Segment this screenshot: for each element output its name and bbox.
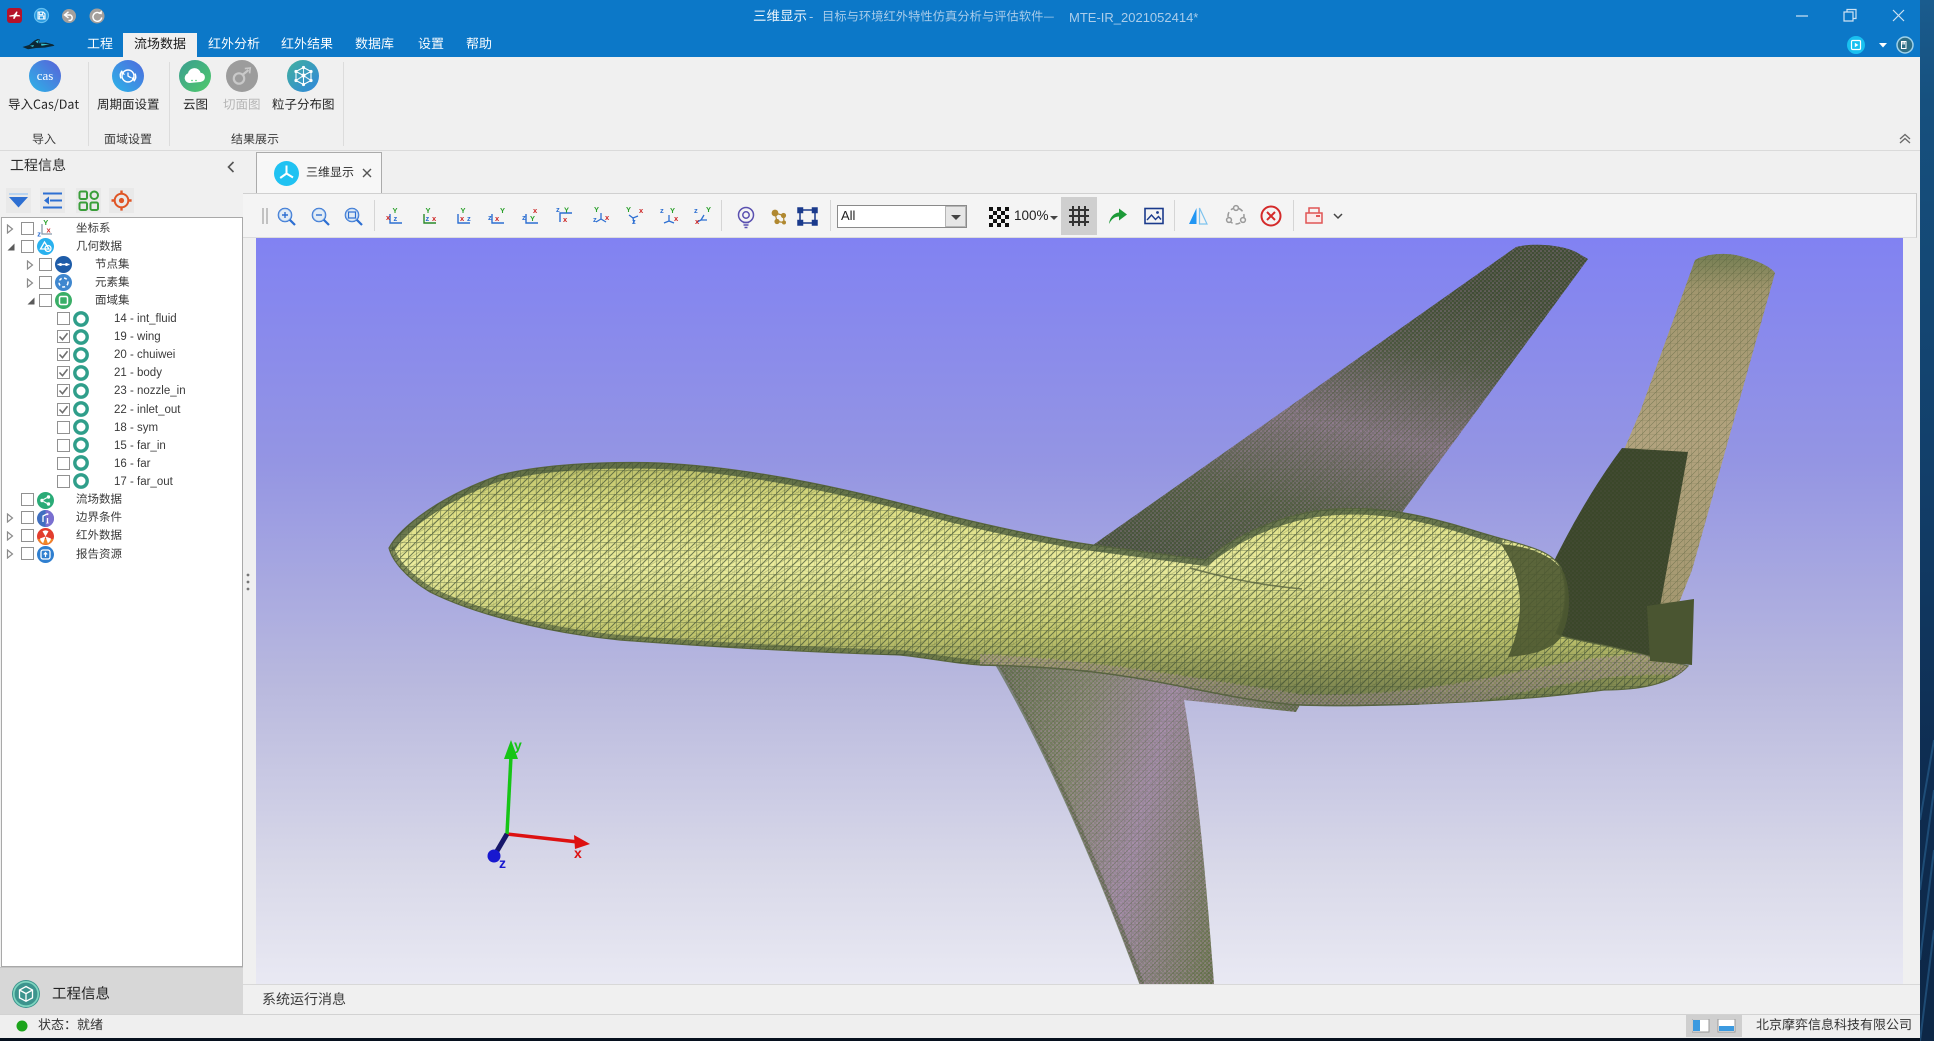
- svg-text:z: z: [488, 213, 492, 222]
- svg-text:z: z: [593, 215, 597, 224]
- svg-text:z: z: [522, 213, 526, 222]
- svg-text:z: z: [694, 206, 698, 215]
- svg-text:x: x: [432, 214, 437, 223]
- svg-text:z: z: [37, 230, 41, 238]
- svg-text:Y: Y: [564, 206, 569, 215]
- svg-text:x: x: [47, 226, 52, 235]
- svg-text:z: z: [632, 217, 636, 226]
- svg-text:z: z: [467, 214, 471, 223]
- svg-text:z: z: [556, 206, 560, 214]
- svg-text:Y: Y: [706, 206, 711, 214]
- svg-text:Y: Y: [500, 206, 505, 215]
- svg-text:x: x: [574, 845, 582, 861]
- svg-text:z: z: [660, 206, 664, 215]
- svg-text:x: x: [495, 214, 500, 223]
- svg-text:x: x: [563, 215, 568, 224]
- svg-text:z: z: [499, 855, 506, 871]
- svg-text:Y: Y: [626, 206, 631, 214]
- svg-text:z: z: [426, 214, 430, 223]
- svg-text:x: x: [605, 213, 610, 222]
- svg-text:y: y: [514, 737, 522, 753]
- svg-text:Y: Y: [530, 214, 535, 223]
- svg-text:z: z: [394, 214, 398, 223]
- svg-text:x: x: [460, 214, 465, 223]
- svg-text:Y: Y: [594, 206, 599, 214]
- svg-text:x: x: [639, 206, 644, 215]
- svg-text:x: x: [674, 214, 679, 223]
